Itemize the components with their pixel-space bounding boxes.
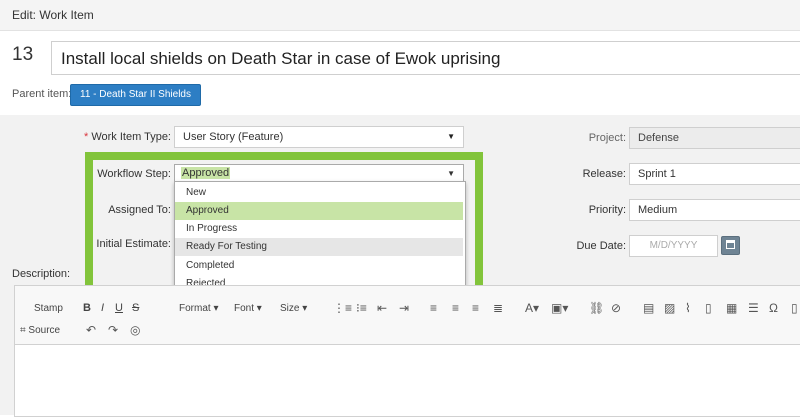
numbered-list-icon[interactable]: ⋮≡ (333, 301, 352, 315)
calendar-button[interactable] (721, 236, 740, 255)
strike-button[interactable]: S (132, 302, 139, 314)
spellcheck-icon[interactable]: ◎ (130, 323, 140, 337)
calendar-icon (726, 240, 735, 249)
special-character-icon[interactable]: Ω (769, 301, 778, 315)
work-item-type-label-text: Work Item Type: (91, 131, 171, 143)
horizontal-rule-icon[interactable]: ☰ (748, 301, 759, 315)
font-dropdown[interactable]: Font ▾ (234, 303, 262, 314)
italic-button[interactable]: I (101, 302, 104, 314)
text-color-icon[interactable]: A▾ (525, 301, 539, 315)
work-item-id: 13 (12, 44, 34, 65)
align-justify-icon[interactable]: ≣ (493, 301, 503, 315)
document-icon[interactable]: ▤ (643, 301, 654, 315)
release-select[interactable]: Sprint 1 (629, 163, 800, 185)
work-item-type-select[interactable]: User Story (Feature) ▼ (174, 126, 464, 148)
priority-label: Priority: (588, 204, 626, 216)
priority-select[interactable]: Medium (629, 199, 800, 221)
attachment-icon[interactable]: ⌇ (685, 301, 691, 315)
undo-icon[interactable]: ↶ (86, 323, 96, 337)
align-center-icon[interactable]: ≡ (452, 301, 459, 315)
source-label: Source (28, 325, 61, 336)
align-right-icon[interactable]: ≡ (472, 301, 479, 315)
stamp-button[interactable]: Stamp (34, 303, 63, 314)
project-label: Project: (588, 132, 626, 144)
work-item-type-label: * Work Item Type: (83, 131, 171, 143)
description-label: Description: (12, 268, 71, 280)
title-input[interactable]: Install local shields on Death Star in c… (51, 41, 800, 75)
release-label: Release: (582, 168, 626, 180)
table-icon[interactable]: ▦ (726, 301, 737, 315)
size-dropdown[interactable]: Size ▾ (280, 303, 307, 314)
indent-decrease-icon[interactable]: ⇤ (377, 301, 387, 315)
editor-toolbar: Stamp B I U S Format ▾ Font ▾ Size ▾ ⋮≡ … (15, 286, 800, 345)
parent-item-label: Parent item: (12, 88, 72, 100)
work-item-type-value: User Story (Feature) (183, 131, 284, 143)
align-left-icon[interactable]: ≡ (430, 301, 437, 315)
unlink-icon[interactable]: ⊘ (611, 301, 621, 315)
bullet-list-icon[interactable]: ⁝≡ (356, 301, 367, 315)
parent-item-button[interactable]: 11 - Death Star II Shields (70, 84, 201, 106)
highlight-frame (85, 152, 483, 302)
size-label: Size (280, 303, 300, 314)
redo-icon[interactable]: ↷ (108, 323, 118, 337)
format-label: Format (179, 303, 211, 314)
more-icon[interactable]: ▯ (791, 301, 798, 315)
format-dropdown[interactable]: Format ▾ (179, 303, 218, 314)
source-icon: ⌗ (20, 325, 26, 336)
indent-increase-icon[interactable]: ⇥ (399, 301, 409, 315)
image-icon[interactable]: ▨ (664, 301, 675, 315)
top-bar: Edit: Work Item (0, 0, 800, 31)
due-date-label: Due Date: (576, 240, 626, 252)
link-icon[interactable]: ⛓ (589, 301, 604, 315)
bold-button[interactable]: B (83, 302, 91, 314)
project-select: Defense (629, 127, 800, 149)
due-date-input[interactable]: M/D/YYYY (629, 235, 718, 257)
page-icon[interactable]: ▯ (705, 301, 712, 315)
source-button[interactable]: ⌗ Source (20, 325, 60, 336)
underline-button[interactable]: U (115, 302, 123, 314)
background-color-icon[interactable]: ▣▾ (551, 301, 568, 315)
page-title: Edit: Work Item (12, 8, 94, 22)
chevron-down-icon: ▼ (447, 132, 455, 141)
font-label: Font (234, 303, 255, 314)
